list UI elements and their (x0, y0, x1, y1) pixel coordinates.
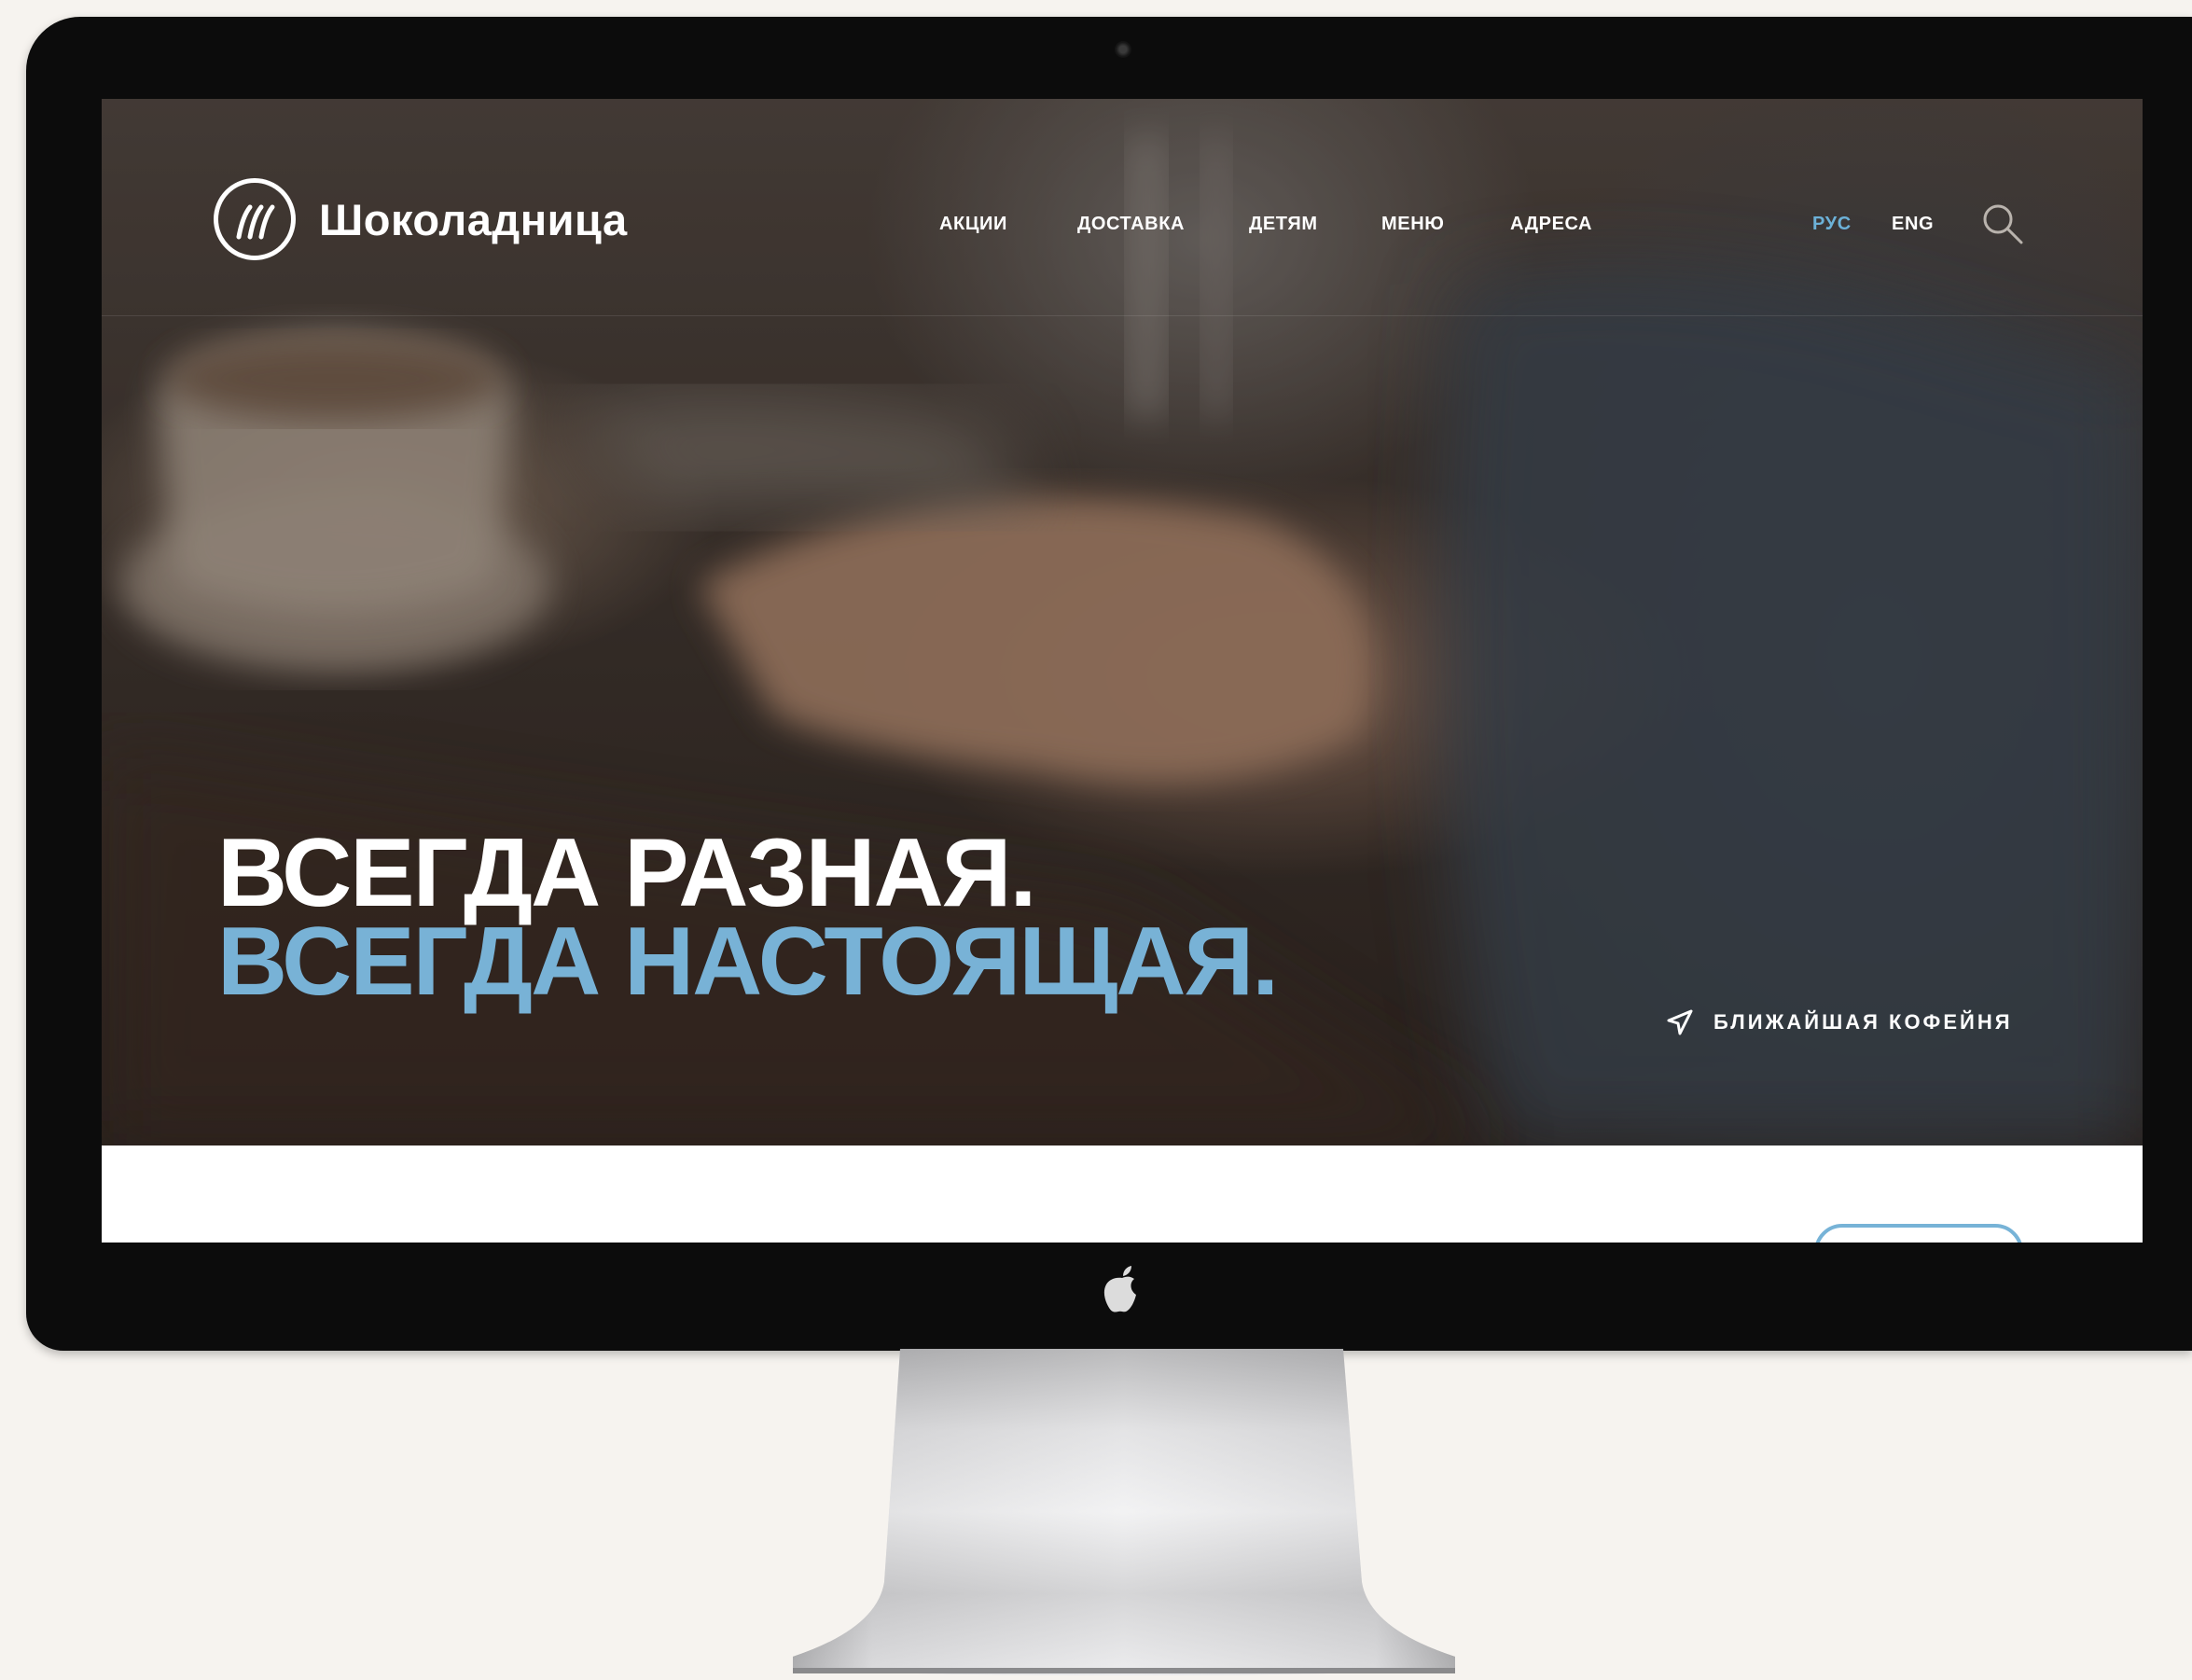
camera-icon (1115, 41, 1131, 58)
brand-name[interactable]: Шоколадница (319, 194, 628, 245)
browser-viewport: Шоколадница АКЦИИ ДОСТАВКА ДЕТЯМ МЕНЮ АД… (102, 99, 2143, 1243)
three-waves-logo-icon[interactable] (214, 178, 296, 260)
nearest-cafe-link[interactable]: БЛИЖАЙШАЯ КОФЕЙНЯ (1667, 1009, 2013, 1035)
hero-headline-line2: ВСЕГДА НАСТОЯЩАЯ. (217, 908, 1279, 1016)
nav-item-promotions[interactable]: АКЦИИ (939, 214, 1007, 235)
location-arrow-icon (1667, 1009, 1693, 1035)
nearest-cafe-label: БЛИЖАЙШАЯ КОФЕЙНЯ (1713, 1010, 2013, 1034)
nav-item-menu[interactable]: МЕНЮ (1381, 214, 1444, 235)
lang-ru-link[interactable]: РУС (1812, 214, 1852, 235)
lang-en-link[interactable]: ENG (1892, 214, 1934, 235)
search-icon[interactable] (1980, 201, 2025, 246)
nav-item-delivery[interactable]: ДОСТАВКА (1077, 214, 1185, 235)
nav-item-kids[interactable]: ДЕТЯМ (1249, 214, 1318, 235)
monitor-stand (793, 1349, 1455, 1675)
content-pill-button[interactable] (1814, 1224, 2023, 1243)
hero-section: Шоколадница АКЦИИ ДОСТАВКА ДЕТЯМ МЕНЮ АД… (102, 99, 2143, 1145)
nav-item-addresses[interactable]: АДРЕСА (1510, 214, 1592, 235)
header-divider (102, 315, 2143, 316)
apple-logo-icon (1103, 1266, 1136, 1312)
